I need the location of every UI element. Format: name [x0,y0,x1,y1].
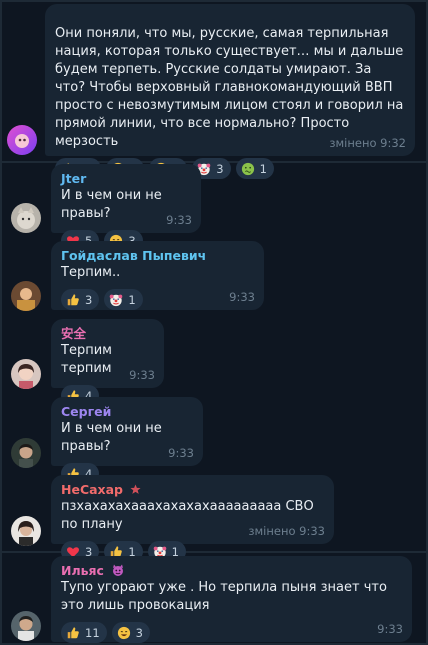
reaction-count: 3 [216,161,224,176]
message-author[interactable]: Jter [61,171,191,187]
message-time: 9:33 [229,290,255,304]
reaction-pill[interactable]: 1 [104,289,143,310]
message-author[interactable]: Сергей [61,404,193,420]
reaction-count: 3 [85,292,93,307]
avatar[interactable] [11,203,41,233]
message-time: 9:33 [168,446,194,460]
message-text: Терпим.. [61,265,121,280]
reactions-row: 31 [61,289,254,310]
message-bubble[interactable]: Они поняли, что мы, русские, самая терпи… [45,4,415,179]
avatar[interactable] [11,438,41,468]
message-time: 9:32 [380,136,406,150]
reaction-count: 11 [85,625,100,640]
message-time: 9:33 [129,368,155,382]
reaction-count: 1 [259,161,267,176]
reaction-count: 3 [135,625,143,640]
message-bubble[interactable]: Ильяс Тупо угорают уже . Но терпила пыня… [51,556,412,643]
reaction-pill[interactable]: 11 [61,622,107,643]
message-text: Тупо угорают уже . Но терпила пыня знает… [61,580,392,613]
message-author-line: НеСахар [61,482,324,498]
message-author-line: Ильяс [61,563,402,579]
avatar[interactable] [7,125,37,155]
edited-label: змінено [329,136,377,150]
message-bubble[interactable]: Jter И в чем они не правы? 53 9:33 [51,164,201,251]
clown-face-icon [110,294,123,306]
avatar[interactable] [11,516,41,546]
reaction-pill[interactable]: 3 [61,289,100,310]
thumbs-up-icon [67,293,79,305]
message-meta: змінено 9:32 [329,136,406,150]
thumbs-up-icon [67,626,79,638]
message-bubble[interactable]: Сергей И в чем они не правы? 4 9:33 [51,397,203,484]
message-text: Они поняли, что мы, русские, самая терпи… [55,26,408,149]
message-author[interactable]: 安全 [61,326,154,342]
message-author[interactable]: НеСахар [61,482,123,497]
message-meta: змінено 9:33 [248,524,325,538]
message-time: 9:33 [166,213,192,227]
avatar[interactable] [11,281,41,311]
edited-label: змінено [248,524,296,538]
grinning-face-icon [117,626,130,639]
nauseated-face-icon [241,162,254,175]
message-time: 9:33 [377,622,403,636]
reaction-pill[interactable]: 1 [235,158,274,179]
star-badge-icon [130,484,141,494]
message-bubble[interactable]: Гойдаслав Пыпевич Терпим.. 31 9:33 [51,241,264,310]
avatar[interactable] [11,611,41,641]
message-bubble[interactable]: 安全 Терпим терпим 4 9:33 [51,319,164,406]
message-author[interactable]: Ильяс [61,563,104,578]
message-time: 9:33 [299,524,325,538]
reactions-row: 11 3 [61,622,402,643]
message-author[interactable]: Гойдаслав Пыпевич [61,248,254,264]
message-bubble[interactable]: НеСахар пзхахахахааахахахахааааааааа СВО… [51,475,334,562]
reaction-pill[interactable]: 3 [111,622,150,643]
reaction-count: 1 [128,292,136,307]
devil-badge-icon [113,564,124,576]
avatar[interactable] [11,359,41,389]
